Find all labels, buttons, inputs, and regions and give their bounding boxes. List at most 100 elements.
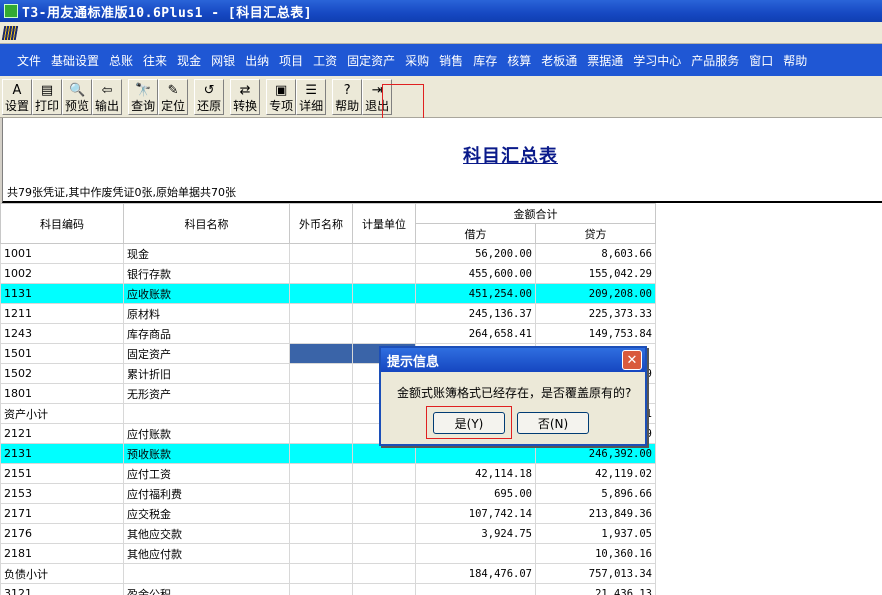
preview-button[interactable]: 🔍 预览 xyxy=(62,79,93,115)
cell-debit[interactable]: 184,476.07 xyxy=(415,563,536,584)
cell-unit[interactable] xyxy=(352,563,416,584)
cell-unit[interactable] xyxy=(352,243,416,264)
cell-name[interactable]: 固定资产 xyxy=(123,343,290,364)
cell-foreign-currency[interactable] xyxy=(289,383,353,404)
cell-unit[interactable] xyxy=(352,583,416,595)
menu-item[interactable]: 现金 xyxy=(172,52,206,69)
cell-code[interactable]: 负债小计 xyxy=(0,563,124,584)
cell-name[interactable]: 应付工资 xyxy=(123,463,290,484)
cell-code[interactable]: 1001 xyxy=(0,243,124,264)
table-row[interactable]: 2153 应付福利费 695.00 5,896.66 xyxy=(0,483,656,504)
cell-unit[interactable] xyxy=(352,443,416,464)
cell-foreign-currency[interactable] xyxy=(289,263,353,284)
cell-debit[interactable] xyxy=(415,543,536,564)
table-row[interactable]: 2151 应付工资 42,114.18 42,119.02 xyxy=(0,463,656,484)
cell-foreign-currency[interactable] xyxy=(289,323,353,344)
cell-credit[interactable]: 10,360.16 xyxy=(535,543,656,564)
table-row[interactable]: 2171 应交税金 107,742.14 213,849.36 xyxy=(0,503,656,524)
cell-foreign-currency[interactable] xyxy=(289,423,353,444)
cell-debit[interactable] xyxy=(415,443,536,464)
cell-name[interactable]: 无形资产 xyxy=(123,383,290,404)
menu-item[interactable]: 固定资产 xyxy=(342,52,400,69)
settings-button[interactable]: A 设置 xyxy=(2,79,33,115)
cell-foreign-currency[interactable] xyxy=(289,523,353,544)
cell-code[interactable]: 2131 xyxy=(0,443,124,464)
menu-item[interactable]: 学习中心 xyxy=(628,52,686,69)
cell-name[interactable]: 盈余公积 xyxy=(123,583,290,595)
print-button[interactable]: ▤ 打印 xyxy=(32,79,63,115)
col-header-debit[interactable]: 借方 xyxy=(415,223,536,244)
yes-button[interactable]: 是(Y) xyxy=(433,412,505,434)
cell-foreign-currency[interactable] xyxy=(289,503,353,524)
menu-item[interactable]: 库存 xyxy=(468,52,502,69)
menu-item[interactable]: 销售 xyxy=(434,52,468,69)
restore-button[interactable]: ↺ 还原 xyxy=(194,79,225,115)
cell-name[interactable]: 其他应交款 xyxy=(123,523,290,544)
cell-credit[interactable]: 5,896.66 xyxy=(535,483,656,504)
table-row[interactable]: 2176 其他应交款 3,924.75 1,937.05 xyxy=(0,523,656,544)
cell-name[interactable]: 应付福利费 xyxy=(123,483,290,504)
menu-item[interactable]: 往来 xyxy=(138,52,172,69)
cell-name[interactable]: 应付账款 xyxy=(123,423,290,444)
cell-debit[interactable]: 245,136.37 xyxy=(415,303,536,324)
cell-unit[interactable] xyxy=(352,463,416,484)
col-header-total[interactable]: 金额合计 xyxy=(415,203,656,224)
cell-unit[interactable] xyxy=(352,523,416,544)
cell-foreign-currency[interactable] xyxy=(289,543,353,564)
col-header-foreign-currency[interactable]: 外币名称 xyxy=(289,203,353,244)
cell-foreign-currency[interactable] xyxy=(289,583,353,595)
table-row[interactable]: 1131 应收账款 451,254.00 209,208.00 xyxy=(0,283,656,304)
query-button[interactable]: 🔭 查询 xyxy=(128,79,159,115)
cell-credit[interactable]: 8,603.66 xyxy=(535,243,656,264)
cell-foreign-currency[interactable] xyxy=(289,563,353,584)
cell-name[interactable]: 库存商品 xyxy=(123,323,290,344)
cell-foreign-currency[interactable] xyxy=(289,243,353,264)
cell-debit[interactable]: 264,658.41 xyxy=(415,323,536,344)
export-button[interactable]: ⇦ 输出 xyxy=(92,79,123,115)
cell-foreign-currency[interactable] xyxy=(289,403,353,424)
menu-item[interactable]: 网银 xyxy=(206,52,240,69)
cell-credit[interactable]: 209,208.00 xyxy=(535,283,656,304)
menu-item[interactable]: 票据通 xyxy=(582,52,628,69)
cell-debit[interactable]: 455,600.00 xyxy=(415,263,536,284)
table-row[interactable]: 1211 原材料 245,136.37 225,373.33 xyxy=(0,303,656,324)
cell-code[interactable]: 1131 xyxy=(0,283,124,304)
cell-unit[interactable] xyxy=(352,323,416,344)
help-button[interactable]: ? 帮助 xyxy=(332,79,363,115)
cell-unit[interactable] xyxy=(352,263,416,284)
cell-credit[interactable]: 155,042.29 xyxy=(535,263,656,284)
cell-unit[interactable] xyxy=(352,543,416,564)
cell-code[interactable]: 2153 xyxy=(0,483,124,504)
cell-debit[interactable]: 451,254.00 xyxy=(415,283,536,304)
cell-code[interactable]: 3121 xyxy=(0,583,124,595)
table-row[interactable]: 1002 银行存款 455,600.00 155,042.29 xyxy=(0,263,656,284)
cell-debit[interactable]: 56,200.00 xyxy=(415,243,536,264)
cell-credit[interactable]: 149,753.84 xyxy=(535,323,656,344)
menu-item[interactable]: 采购 xyxy=(400,52,434,69)
cell-name[interactable]: 银行存款 xyxy=(123,263,290,284)
menu-item[interactable]: 出纳 xyxy=(240,52,274,69)
cell-name[interactable]: 应收账款 xyxy=(123,283,290,304)
cell-code[interactable]: 资产小计 xyxy=(0,403,124,424)
table-row[interactable]: 负债小计 184,476.07 757,013.34 xyxy=(0,563,656,584)
convert-button[interactable]: ⇄ 转换 xyxy=(230,79,261,115)
cell-credit[interactable]: 1,937.05 xyxy=(535,523,656,544)
cell-credit[interactable]: 213,849.36 xyxy=(535,503,656,524)
cell-foreign-currency[interactable] xyxy=(289,303,353,324)
cell-foreign-currency[interactable] xyxy=(289,343,353,364)
col-header-code[interactable]: 科目编码 xyxy=(0,203,124,244)
cell-credit[interactable]: 21,436.13 xyxy=(535,583,656,595)
cell-code[interactable]: 2181 xyxy=(0,543,124,564)
cell-credit[interactable]: 757,013.34 xyxy=(535,563,656,584)
table-row[interactable]: 3121 盈余公积 21,436.13 xyxy=(0,583,656,595)
cell-debit[interactable]: 3,924.75 xyxy=(415,523,536,544)
col-header-unit[interactable]: 计量单位 xyxy=(352,203,416,244)
col-header-credit[interactable]: 贷方 xyxy=(535,223,656,244)
cell-code[interactable]: 1801 xyxy=(0,383,124,404)
close-icon[interactable]: ✕ xyxy=(622,350,642,370)
detail-button[interactable]: ☰ 详细 xyxy=(296,79,327,115)
cell-code[interactable]: 1501 xyxy=(0,343,124,364)
cell-name[interactable] xyxy=(123,403,290,424)
cell-debit[interactable]: 42,114.18 xyxy=(415,463,536,484)
cell-credit[interactable]: 246,392.00 xyxy=(535,443,656,464)
